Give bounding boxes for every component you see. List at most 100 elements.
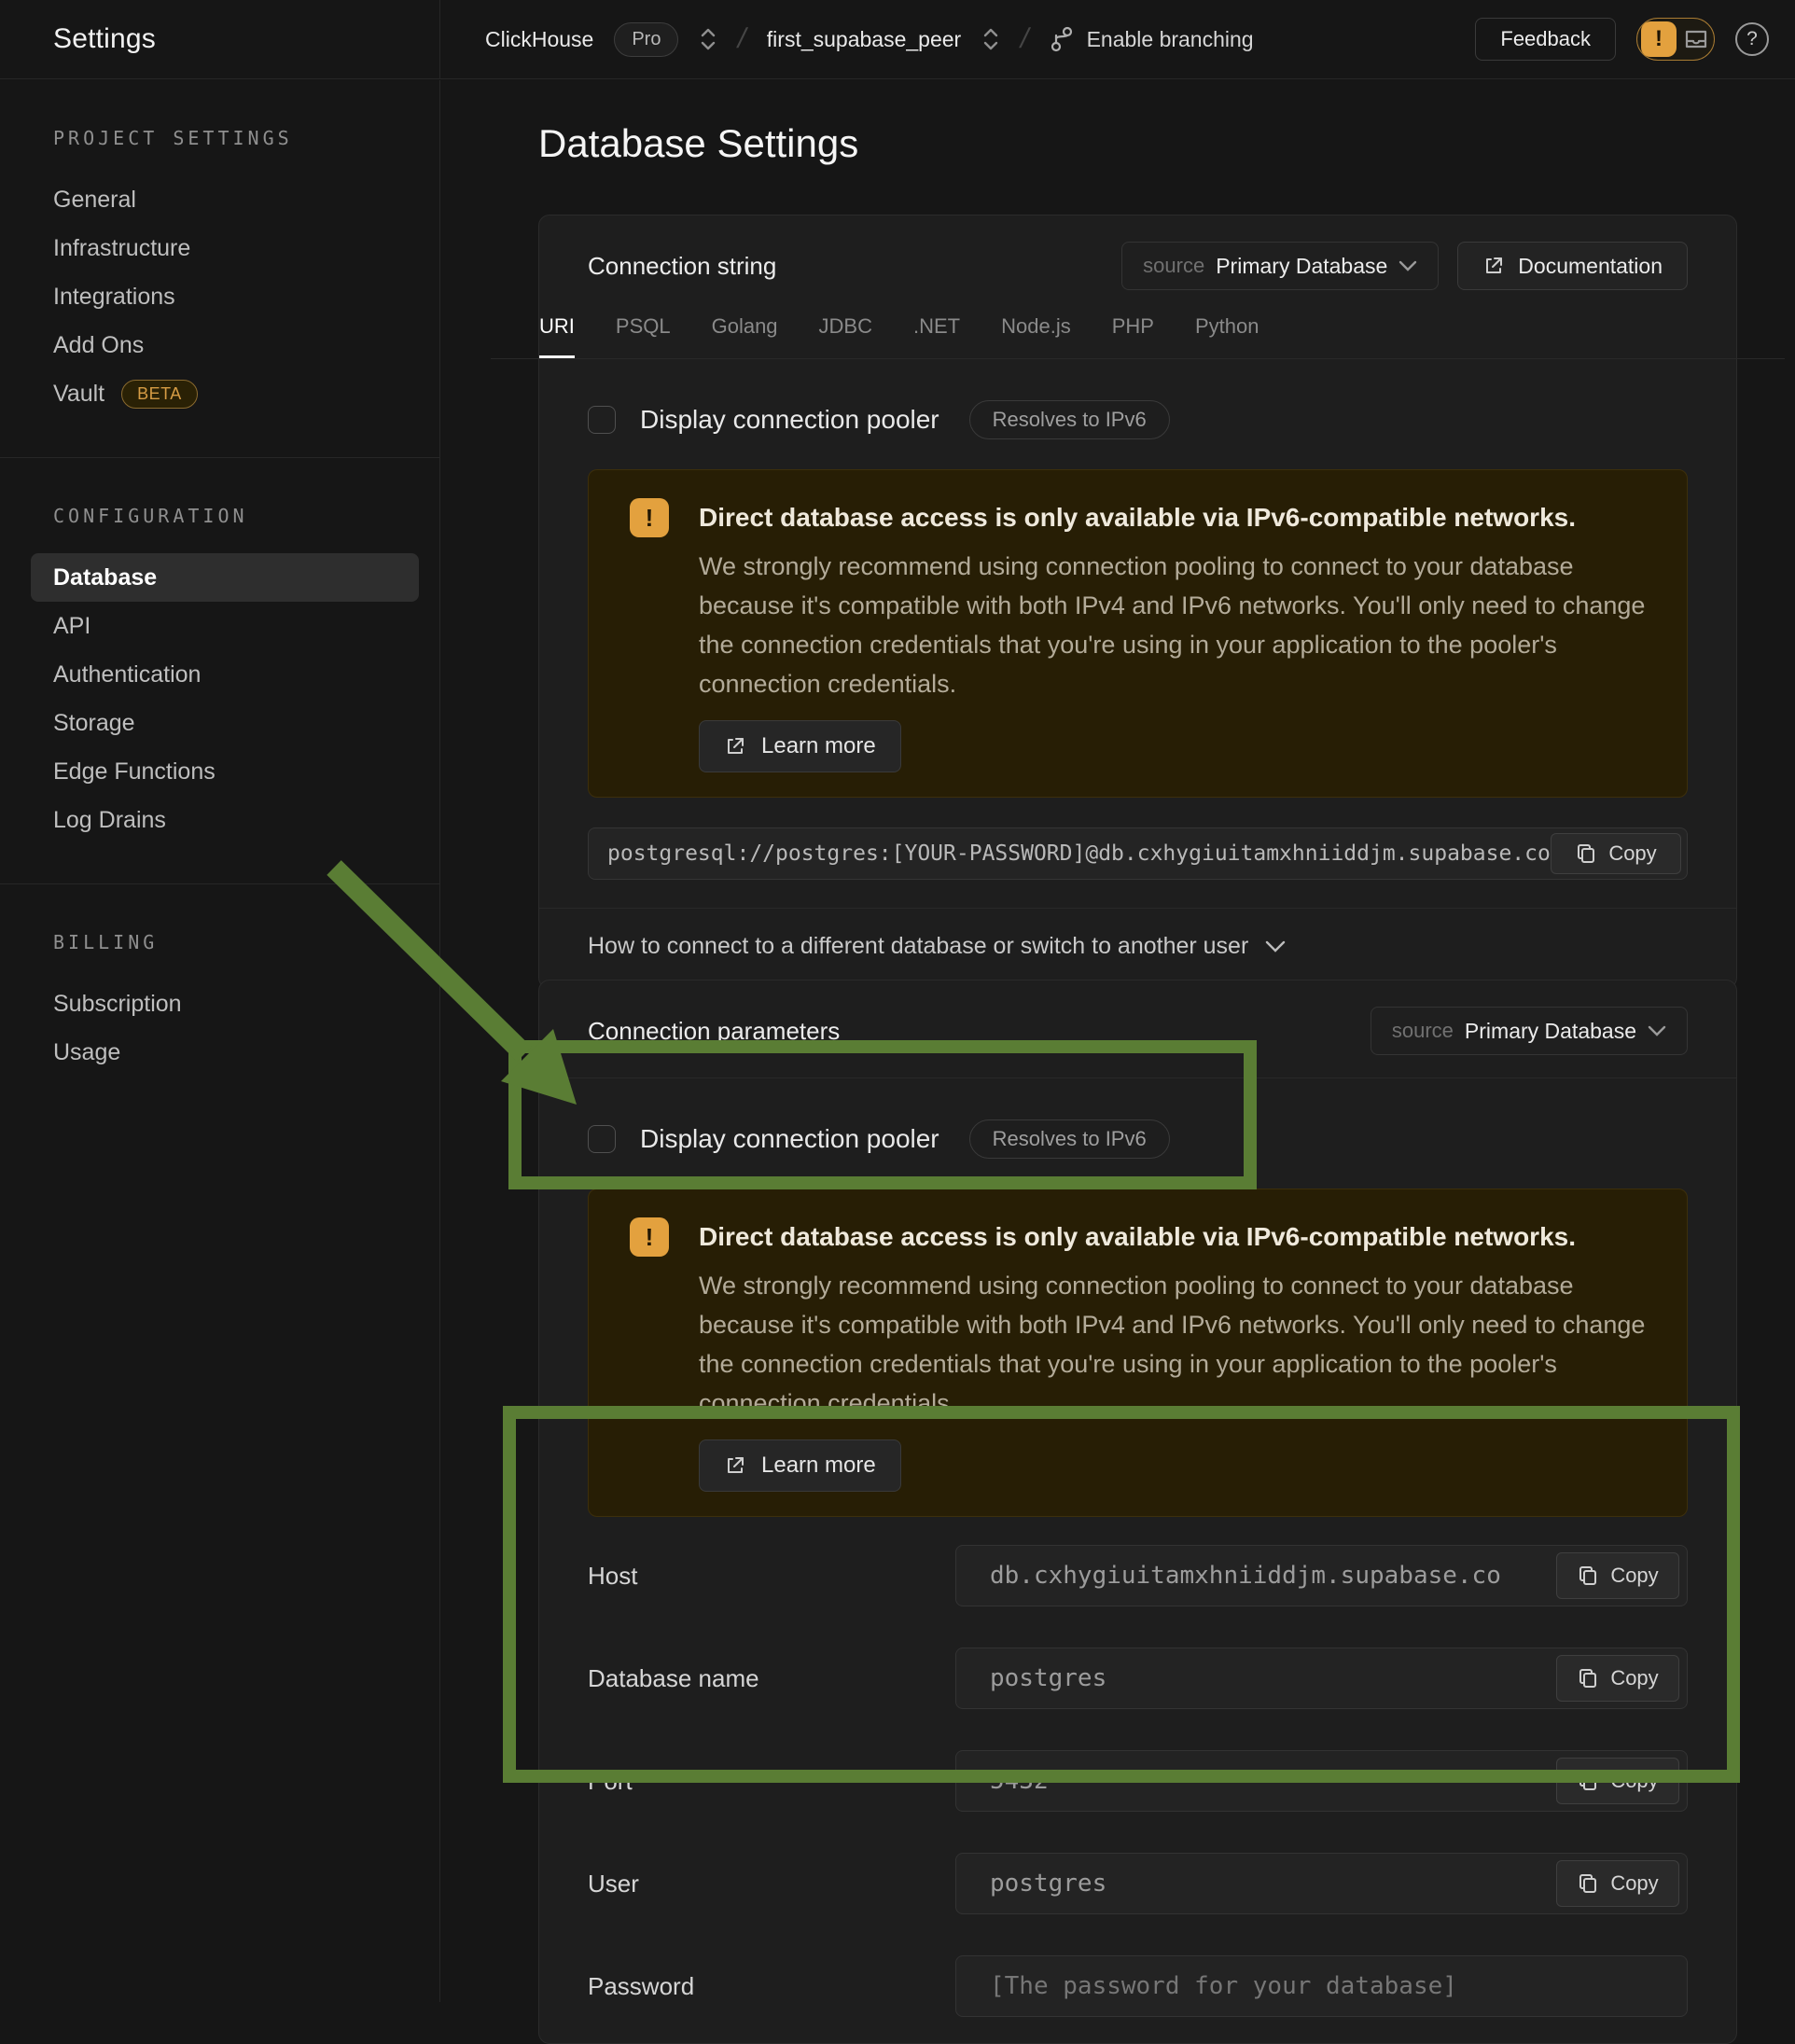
copy-button[interactable]: Copy <box>1551 833 1681 874</box>
password-field[interactable]: [The password for your database] <box>955 1955 1688 2017</box>
sidebar-item-edge-functions[interactable]: Edge Functions <box>0 747 439 796</box>
section-label: CONFIGURATION <box>0 505 439 527</box>
git-branch-icon <box>1050 26 1074 52</box>
copy-icon <box>1577 1564 1599 1588</box>
pooler-checkbox-label: Display connection pooler <box>640 1124 939 1154</box>
source-label: source <box>1392 1019 1454 1043</box>
source-label: source <box>1143 254 1204 278</box>
notice-title: Direct database access is only available… <box>699 498 1576 537</box>
user-field[interactable]: postgres Copy <box>955 1853 1688 1914</box>
switch-database-link[interactable]: How to connect to a different database o… <box>588 933 1248 960</box>
pooler-checkbox-label: Display connection pooler <box>640 405 939 435</box>
database-name-row: Database name postgres Copy <box>588 1648 1688 1709</box>
enable-branching-label: Enable branching <box>1087 27 1254 52</box>
tab-uri[interactable]: URI <box>539 314 575 358</box>
card-title: Connection string <box>588 252 776 281</box>
chevron-down-icon <box>1648 1025 1666 1036</box>
documentation-button[interactable]: Documentation <box>1457 242 1688 290</box>
copy-button[interactable]: Copy <box>1556 1860 1679 1907</box>
alert-icon: ! <box>1641 21 1677 57</box>
database-name-value: postgres <box>956 1664 1106 1692</box>
notice-title: Direct database access is only available… <box>699 1217 1576 1257</box>
tab-php[interactable]: PHP <box>1112 314 1154 358</box>
copy-icon <box>1577 1666 1599 1690</box>
sidebar-item-authentication[interactable]: Authentication <box>0 650 439 699</box>
header-breadcrumb-area: ClickHouse Pro / first_supabase_peer / E… <box>440 0 1795 78</box>
notice-body: We strongly recommend using connection p… <box>699 547 1646 703</box>
connection-string-footer[interactable]: How to connect to a different database o… <box>539 908 1736 988</box>
sidebar-section-configuration: CONFIGURATION Database API Authenticatio… <box>0 458 439 884</box>
sidebar-section-billing: BILLING Subscription Usage <box>0 884 439 1116</box>
section-label: BILLING <box>0 931 439 953</box>
breadcrumb-project[interactable]: first_supabase_peer <box>767 27 961 52</box>
connection-string-header: Connection string source Primary Databas… <box>539 216 1736 290</box>
copy-icon <box>1577 1871 1599 1896</box>
tab-psql[interactable]: PSQL <box>616 314 671 358</box>
source-select[interactable]: source Primary Database <box>1371 1007 1688 1055</box>
source-value: Primary Database <box>1465 1019 1636 1044</box>
header-title-area: Settings <box>0 0 440 78</box>
connection-string-field[interactable]: postgresql://postgres:[YOUR-PASSWORD]@db… <box>588 827 1688 880</box>
feedback-button[interactable]: Feedback <box>1475 18 1616 61</box>
settings-sidebar: PROJECT SETTINGS General Infrastructure … <box>0 80 440 2002</box>
chevron-down-icon <box>1398 260 1417 271</box>
sidebar-item-add-ons[interactable]: Add Ons <box>0 321 439 369</box>
breadcrumb-separator: / <box>1018 23 1033 55</box>
sidebar-item-usage[interactable]: Usage <box>0 1028 439 1077</box>
enable-branching-button[interactable]: Enable branching <box>1050 26 1254 52</box>
sidebar-item-api[interactable]: API <box>0 602 439 650</box>
card-title: Connection parameters <box>588 1017 840 1046</box>
database-name-field[interactable]: postgres Copy <box>955 1648 1688 1709</box>
external-link-icon <box>1482 255 1505 277</box>
connection-uri-value: postgresql://postgres:[YOUR-PASSWORD]@db… <box>589 841 1687 866</box>
plan-badge: Pro <box>614 22 678 57</box>
sidebar-item-log-drains[interactable]: Log Drains <box>0 796 439 844</box>
password-row: Password [The password for your database… <box>588 1955 1688 2017</box>
notice-body: We strongly recommend using connection p… <box>699 1266 1646 1423</box>
learn-more-button[interactable]: Learn more <box>699 1439 901 1492</box>
connection-string-card: Connection string source Primary Databas… <box>538 215 1737 989</box>
page-title: Settings <box>53 23 156 55</box>
warning-icon: ! <box>630 498 669 537</box>
connection-parameters-card: Connection parameters source Primary Dat… <box>538 980 1737 2044</box>
notifications-button[interactable]: ! <box>1636 18 1715 61</box>
copy-button[interactable]: Copy <box>1556 1758 1679 1804</box>
header-actions: Feedback ! ? <box>1475 18 1769 61</box>
warning-icon: ! <box>630 1217 669 1257</box>
sidebar-item-subscription[interactable]: Subscription <box>0 980 439 1028</box>
chevron-up-down-icon[interactable] <box>699 27 717 51</box>
external-link-icon <box>724 735 746 758</box>
sidebar-item-general[interactable]: General <box>0 175 439 224</box>
sidebar-item-storage[interactable]: Storage <box>0 699 439 747</box>
source-select[interactable]: source Primary Database <box>1121 242 1439 290</box>
field-label: Host <box>588 1562 955 1591</box>
host-field[interactable]: db.cxhygiuitamxhniiddjm.supabase.co Copy <box>955 1545 1688 1606</box>
main-content: Database Settings Connection string sour… <box>440 80 1795 2002</box>
inbox-icon <box>1682 25 1710 53</box>
sidebar-item-integrations[interactable]: Integrations <box>0 272 439 321</box>
sidebar-item-vault[interactable]: Vault BETA <box>0 369 439 418</box>
chevron-up-down-icon[interactable] <box>981 27 1000 51</box>
tab-python[interactable]: Python <box>1195 314 1259 358</box>
breadcrumb-org[interactable]: ClickHouse <box>485 27 593 52</box>
sidebar-section-project-settings: PROJECT SETTINGS General Infrastructure … <box>0 80 439 458</box>
ipv6-warning-notice: ! Direct database access is only availab… <box>588 469 1688 798</box>
port-value: 5432 <box>956 1767 1049 1795</box>
breadcrumb-separator: / <box>735 23 750 55</box>
port-field[interactable]: 5432 Copy <box>955 1750 1688 1812</box>
port-row: Port 5432 Copy <box>588 1750 1688 1812</box>
tab-jdbc[interactable]: JDBC <box>819 314 872 358</box>
sidebar-item-infrastructure[interactable]: Infrastructure <box>0 224 439 272</box>
host-row: Host db.cxhygiuitamxhniiddjm.supabase.co… <box>588 1545 1688 1606</box>
tab-nodejs[interactable]: Node.js <box>1001 314 1071 358</box>
display-connection-pooler-checkbox[interactable] <box>588 1125 616 1153</box>
sidebar-item-database[interactable]: Database <box>0 553 439 602</box>
display-connection-pooler-checkbox[interactable] <box>588 406 616 434</box>
tab-golang[interactable]: Golang <box>712 314 778 358</box>
copy-button[interactable]: Copy <box>1556 1552 1679 1599</box>
tab-dotnet[interactable]: .NET <box>913 314 960 358</box>
learn-more-button[interactable]: Learn more <box>699 720 901 772</box>
database-settings-heading: Database Settings <box>538 121 858 166</box>
help-button[interactable]: ? <box>1735 22 1769 56</box>
copy-button[interactable]: Copy <box>1556 1655 1679 1702</box>
